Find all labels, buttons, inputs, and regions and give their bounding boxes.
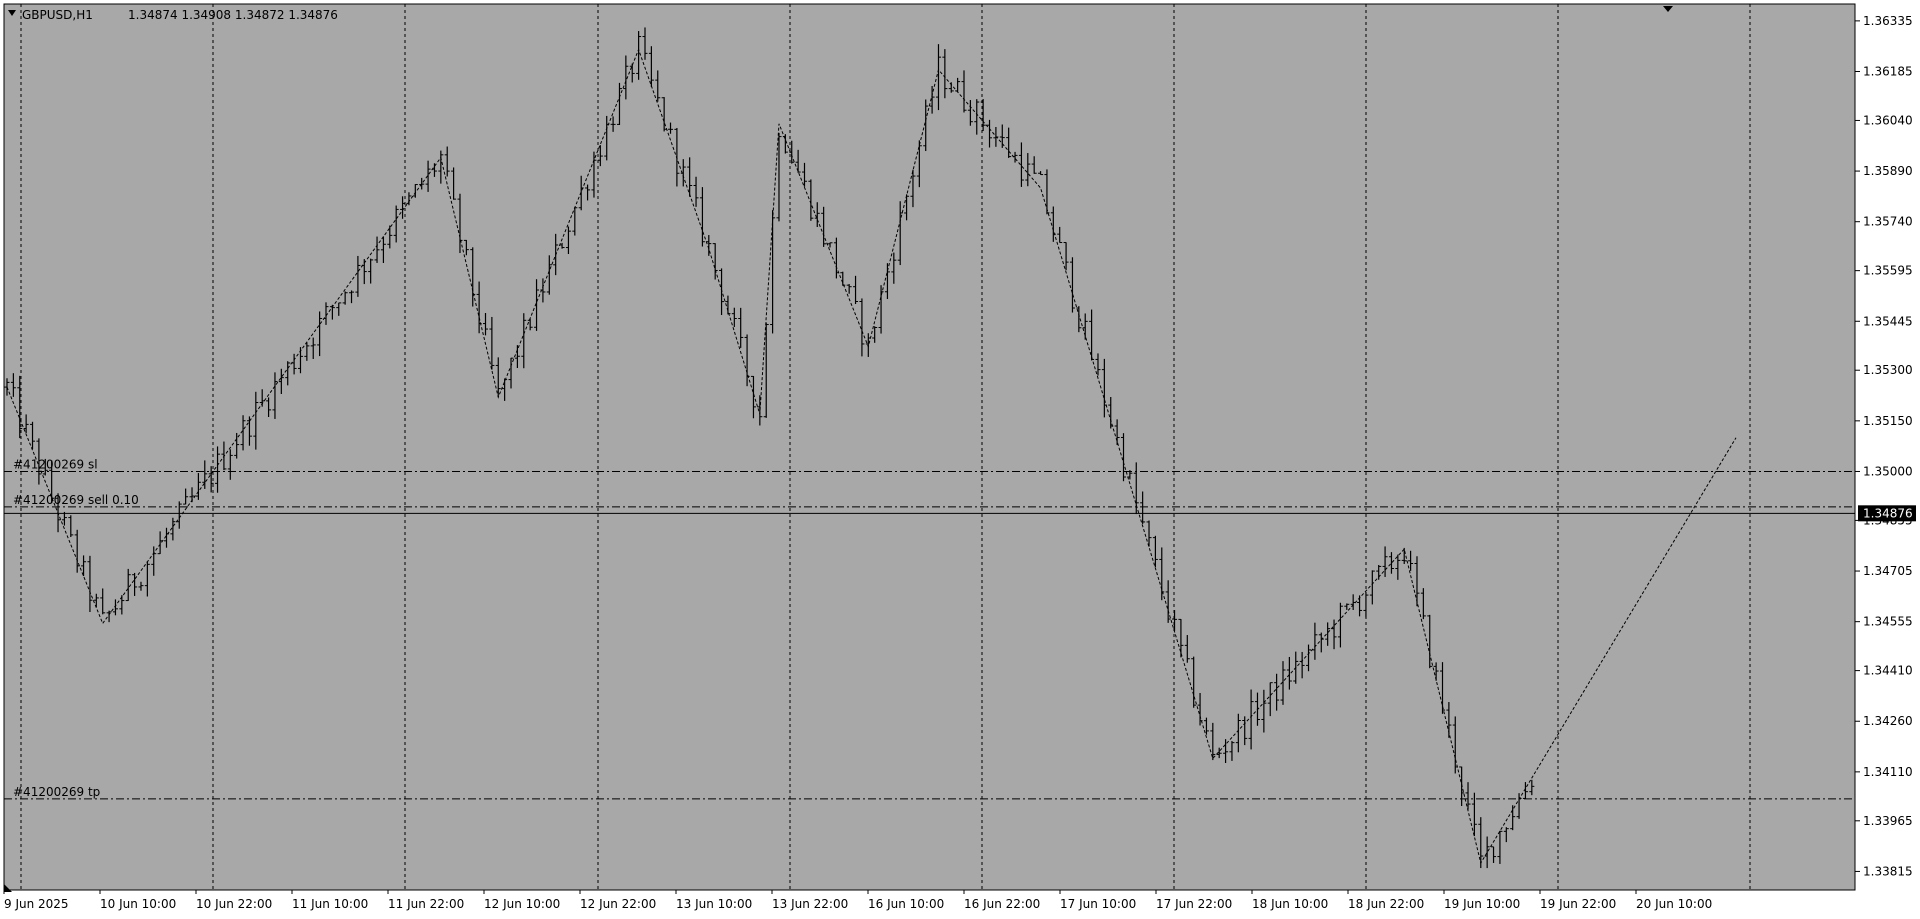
x-tick-label: 13 Jun 10:00 xyxy=(676,897,752,911)
y-tick-label: 1.35890 xyxy=(1863,164,1913,178)
x-tick-label: 20 Jun 10:00 xyxy=(1636,897,1712,911)
y-tick-label: 1.33815 xyxy=(1863,864,1913,878)
chart-canvas[interactable]: #41200269 sl #41200269 sell 0.10 #41200269… xyxy=(0,0,1920,915)
y-tick-label: 1.36040 xyxy=(1863,113,1913,127)
x-tick-label: 12 Jun 22:00 xyxy=(580,897,656,911)
chart-header: GBPUSD,H1 1.34874 1.34908 1.34872 1.3487… xyxy=(8,8,338,22)
x-tick-label: 19 Jun 22:00 xyxy=(1540,897,1616,911)
x-tick-label: 16 Jun 10:00 xyxy=(868,897,944,911)
y-tick-label: 1.34555 xyxy=(1863,615,1913,629)
x-tick-label: 18 Jun 10:00 xyxy=(1252,897,1328,911)
y-tick-label: 1.34110 xyxy=(1863,765,1913,779)
x-tick-label: 11 Jun 10:00 xyxy=(292,897,368,911)
current-price-tag: 1.34876 xyxy=(1858,505,1916,522)
plot-area[interactable] xyxy=(3,3,1856,891)
x-tick-label: 16 Jun 22:00 xyxy=(964,897,1040,911)
y-tick-label: 1.36335 xyxy=(1863,14,1913,28)
y-tick-label: 1.35595 xyxy=(1863,264,1913,278)
y-tick-label: 1.35740 xyxy=(1863,215,1913,229)
y-tick-label: 1.35445 xyxy=(1863,314,1913,328)
x-tick-label: 13 Jun 22:00 xyxy=(772,897,848,911)
x-tick-label: 10 Jun 10:00 xyxy=(100,897,176,911)
symbol-timeframe: GBPUSD,H1 xyxy=(22,8,93,22)
x-tick-label: 18 Jun 22:00 xyxy=(1348,897,1424,911)
x-tick-label: 11 Jun 22:00 xyxy=(388,897,464,911)
order-label: #41200269 tp xyxy=(13,785,100,799)
y-tick-label: 1.34410 xyxy=(1863,664,1913,678)
x-tick-label: 9 Jun 2025 xyxy=(4,897,69,911)
ohlc-readout: 1.34874 1.34908 1.34872 1.34876 xyxy=(128,8,338,22)
x-tick-label: 17 Jun 10:00 xyxy=(1060,897,1136,911)
y-tick-label: 1.36185 xyxy=(1863,65,1913,79)
x-tick-label: 19 Jun 10:00 xyxy=(1444,897,1520,911)
y-tick-label: 1.35300 xyxy=(1863,363,1913,377)
y-tick-label: 1.35150 xyxy=(1863,414,1913,428)
y-tick-label: 1.34260 xyxy=(1863,714,1913,728)
chart[interactable]: #41200269 sl #41200269 sell 0.10 #41200269… xyxy=(0,0,1920,915)
x-tick-label: 10 Jun 22:00 xyxy=(196,897,272,911)
current-price-tag-text: 1.34876 xyxy=(1863,506,1913,520)
y-tick-label: 1.34705 xyxy=(1863,564,1913,578)
y-tick-label: 1.35000 xyxy=(1863,464,1913,478)
order-label: #41200269 sell 0.10 xyxy=(13,493,139,507)
order-label: #41200269 sl xyxy=(13,457,98,471)
y-tick-label: 1.33965 xyxy=(1863,814,1913,828)
x-tick-label: 17 Jun 22:00 xyxy=(1156,897,1232,911)
x-tick-label: 12 Jun 10:00 xyxy=(484,897,560,911)
